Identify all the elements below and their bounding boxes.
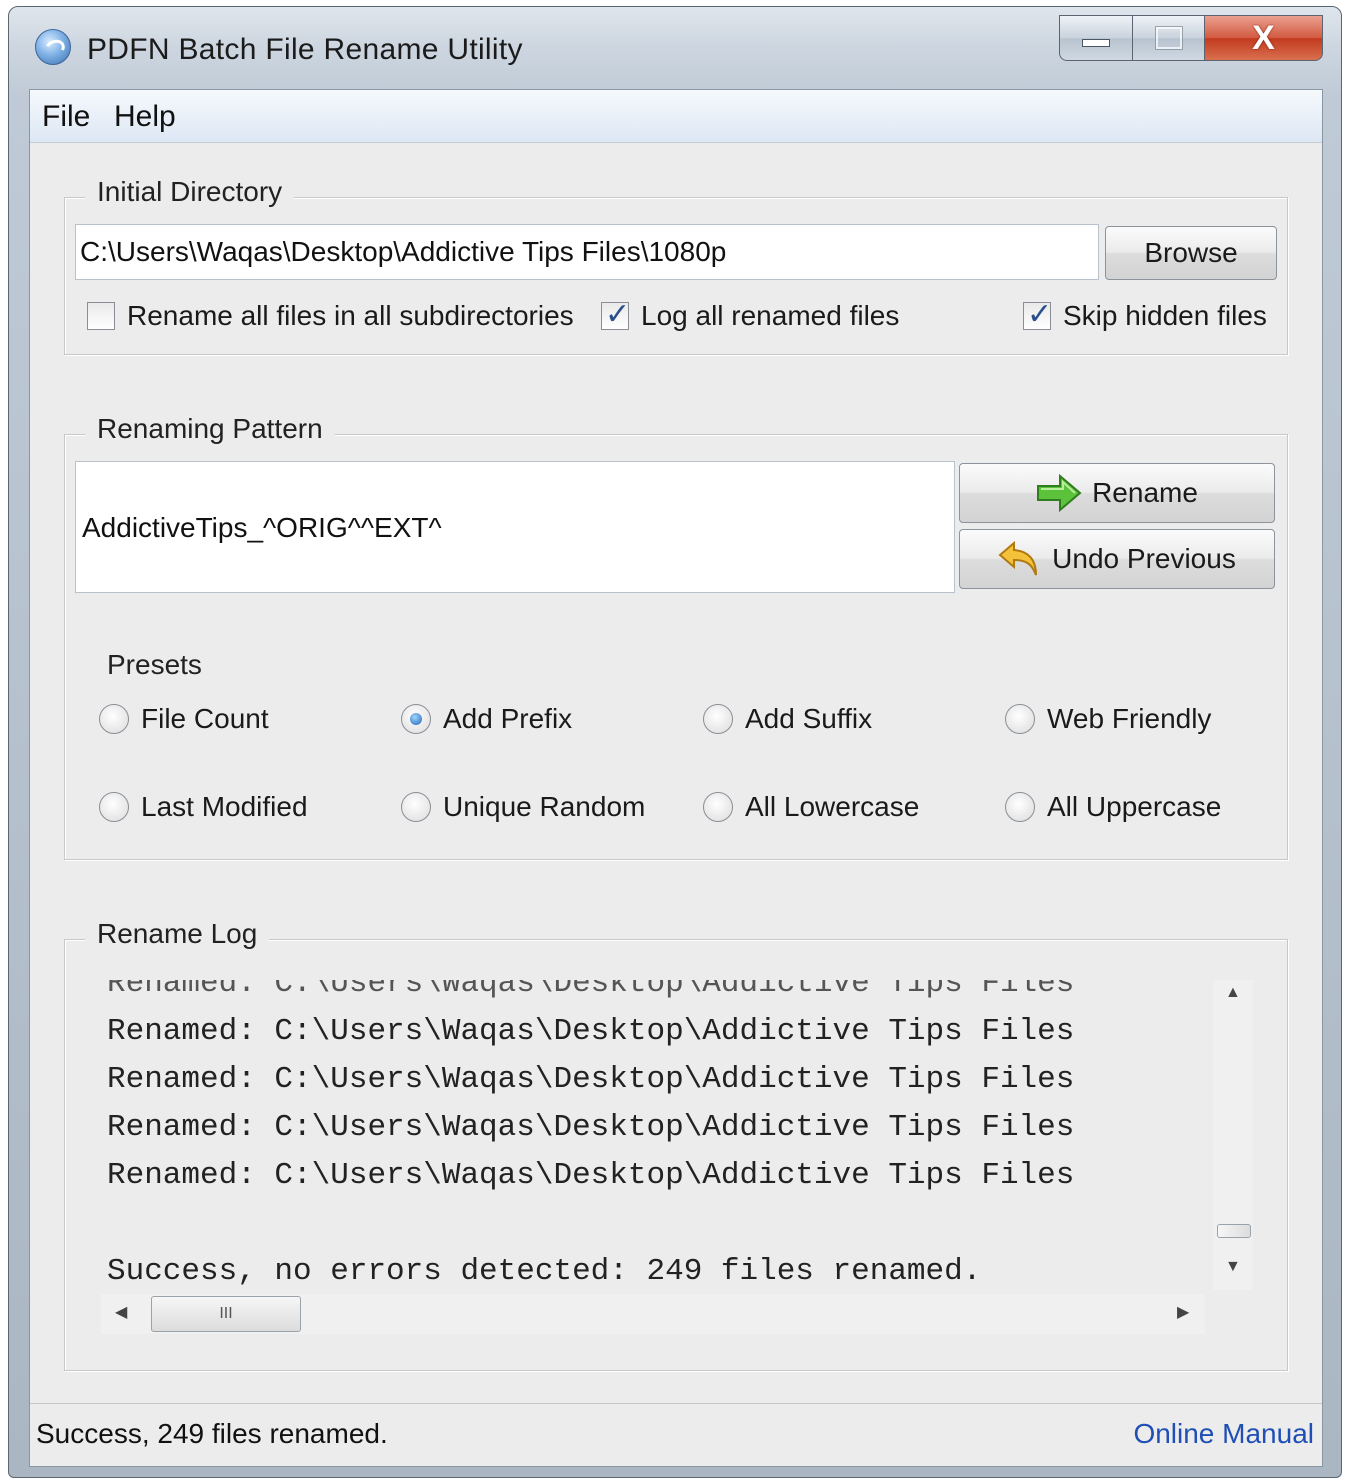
preset-web-friendly-label: Web Friendly — [1047, 703, 1212, 734]
preset-all-lowercase-label: All Lowercase — [745, 791, 920, 822]
maximize-button[interactable] — [1133, 15, 1205, 61]
pattern-input[interactable]: AddictiveTips_^ORIG^^EXT^ — [75, 461, 955, 593]
radio-indicator[interactable] — [99, 704, 129, 734]
undo-previous-button-label: Undo Previous — [1052, 543, 1236, 574]
preset-all-lowercase[interactable]: All Lowercase — [703, 791, 919, 823]
radio-indicator[interactable] — [401, 792, 431, 822]
log-vertical-scrollbar[interactable]: ▲ ▼ — [1213, 980, 1253, 1290]
preset-web-friendly[interactable]: Web Friendly — [1005, 703, 1211, 735]
skip-hidden-checkbox-box[interactable]: ✓ — [1023, 298, 1052, 331]
radio-indicator[interactable] — [703, 792, 733, 822]
scroll-up-arrow-icon[interactable]: ▲ — [1225, 984, 1241, 1002]
preset-add-prefix[interactable]: Add Prefix — [401, 703, 572, 735]
browse-button-label: Browse — [1144, 237, 1238, 268]
subdirectories-checkbox-box[interactable] — [87, 302, 115, 330]
preset-last-modified-label: Last Modified — [141, 791, 308, 822]
log-line: Renamed: C:\Users\Waqas\Desktop\Addictiv… — [107, 1014, 1075, 1049]
preset-add-suffix-label: Add Suffix — [745, 703, 873, 734]
undo-previous-button[interactable]: Undo Previous — [959, 529, 1275, 589]
checkmark-icon: ✓ — [1027, 298, 1053, 331]
rename-log-group: Rename Log Renamed: C:\Users\Waqas\Deskt… — [64, 918, 1288, 1371]
radio-indicator[interactable] — [1005, 792, 1035, 822]
initial-directory-group: Initial Directory C:\Users\Waqas\Desktop… — [64, 176, 1288, 355]
log-line: Renamed: C:\Users\Waqas\Desktop\Addictiv… — [107, 1110, 1075, 1145]
vertical-scroll-thumb[interactable] — [1217, 1224, 1251, 1238]
undo-arrow-icon — [998, 540, 1038, 576]
menu-help[interactable]: Help — [114, 100, 176, 134]
scroll-grip-icon: III — [219, 1305, 233, 1322]
rename-button[interactable]: Rename — [959, 463, 1275, 523]
subdirectories-checkbox[interactable]: Rename all files in all subdirectories — [87, 300, 574, 332]
scroll-down-arrow-icon[interactable]: ▼ — [1225, 1258, 1241, 1276]
scroll-right-arrow-icon[interactable]: ▶ — [1177, 1302, 1189, 1322]
status-bar: Success, 249 files renamed. Online Manua… — [30, 1403, 1322, 1466]
app-window: PDFN Batch File Rename Utility X File He… — [8, 6, 1342, 1478]
log-summary-line: Success, no errors detected: 249 files r… — [107, 1254, 982, 1289]
client-area: File Help Initial Directory C:\Users\Waq… — [29, 89, 1323, 1467]
rename-button-label: Rename — [1092, 477, 1198, 508]
preset-unique-random[interactable]: Unique Random — [401, 791, 645, 823]
window-title: PDFN Batch File Rename Utility — [87, 33, 523, 66]
minimize-button[interactable] — [1059, 15, 1133, 61]
renaming-pattern-legend: Renaming Pattern — [85, 413, 335, 445]
log-line: Renamed: C:\Users\Waqas\Desktop\Addictiv… — [107, 1062, 1075, 1097]
preset-all-uppercase-label: All Uppercase — [1047, 791, 1222, 822]
log-line: Renamed: C:\Users\Waqas\Desktop\Addictiv… — [107, 980, 1075, 1001]
radio-indicator[interactable] — [1005, 704, 1035, 734]
green-arrow-icon — [1037, 473, 1082, 513]
status-message: Success, 249 files renamed. — [36, 1418, 388, 1449]
maximize-icon — [1154, 26, 1183, 50]
scroll-left-arrow-icon[interactable]: ◀ — [115, 1302, 127, 1322]
radio-indicator[interactable] — [99, 792, 129, 822]
browse-button[interactable]: Browse — [1105, 226, 1277, 280]
directory-path-input[interactable]: C:\Users\Waqas\Desktop\Addictive Tips Fi… — [75, 224, 1099, 280]
radio-indicator[interactable] — [401, 704, 431, 734]
checkmark-icon: ✓ — [605, 298, 631, 331]
subdirectories-checkbox-label: Rename all files in all subdirectories — [127, 300, 574, 331]
skip-hidden-checkbox-label: Skip hidden files — [1063, 300, 1267, 331]
app-icon — [35, 29, 71, 65]
menu-bar: File Help — [30, 90, 1322, 143]
preset-all-uppercase[interactable]: All Uppercase — [1005, 791, 1221, 823]
close-icon: X — [1252, 19, 1275, 57]
rename-log-text[interactable]: Renamed: C:\Users\Waqas\Desktop\Addictiv… — [101, 980, 1211, 1302]
radio-indicator[interactable] — [703, 704, 733, 734]
skip-hidden-checkbox[interactable]: ✓ Skip hidden files — [1023, 298, 1267, 332]
minimize-icon — [1082, 39, 1110, 47]
menu-file[interactable]: File — [42, 100, 90, 134]
log-renamed-checkbox[interactable]: ✓ Log all renamed files — [601, 298, 900, 332]
title-bar[interactable]: PDFN Batch File Rename Utility X — [9, 7, 1341, 89]
window-controls: X — [1059, 15, 1323, 61]
log-line: Renamed: C:\Users\Waqas\Desktop\Addictiv… — [107, 1158, 1075, 1193]
log-renamed-checkbox-label: Log all renamed files — [641, 300, 900, 331]
log-horizontal-scrollbar[interactable]: ◀ III ▶ — [101, 1294, 1205, 1334]
log-renamed-checkbox-box[interactable]: ✓ — [601, 298, 630, 331]
initial-directory-legend: Initial Directory — [85, 176, 295, 208]
preset-add-suffix[interactable]: Add Suffix — [703, 703, 872, 735]
preset-add-prefix-label: Add Prefix — [443, 703, 573, 734]
online-manual-link[interactable]: Online Manual — [1133, 1418, 1314, 1450]
renaming-pattern-group: Renaming Pattern AddictiveTips_^ORIG^^EX… — [64, 413, 1288, 860]
horizontal-scroll-thumb[interactable]: III — [151, 1296, 301, 1332]
preset-file-count-label: File Count — [141, 703, 269, 734]
preset-unique-random-label: Unique Random — [443, 791, 646, 822]
preset-file-count[interactable]: File Count — [99, 703, 269, 735]
close-button[interactable]: X — [1205, 15, 1323, 61]
rename-log-legend: Rename Log — [85, 918, 270, 950]
presets-label: Presets — [107, 649, 202, 680]
preset-last-modified[interactable]: Last Modified — [99, 791, 308, 823]
